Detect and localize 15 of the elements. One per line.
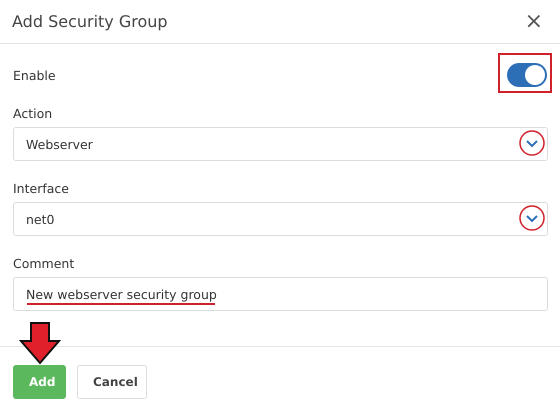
dialog-button[interactable]: Cancel xyxy=(77,365,147,399)
select-field[interactable]: net0 xyxy=(13,202,548,236)
highlight-box xyxy=(498,53,552,93)
input-field[interactable]: New webserver security group xyxy=(13,277,548,311)
field-label: Enable xyxy=(13,68,56,82)
chevron-down-icon[interactable] xyxy=(518,129,546,157)
close-button[interactable]: × xyxy=(520,9,547,34)
dialog-title: Add Security Group xyxy=(12,12,168,31)
chevron-down-icon[interactable] xyxy=(518,204,546,232)
field-label: Comment xyxy=(13,256,76,271)
field-label: Action xyxy=(13,106,54,121)
toggle-switch[interactable] xyxy=(507,63,547,87)
field-label: Interface xyxy=(13,181,70,196)
select-field[interactable]: Webserver xyxy=(13,127,548,161)
arrow-down-drawing xyxy=(19,321,61,365)
